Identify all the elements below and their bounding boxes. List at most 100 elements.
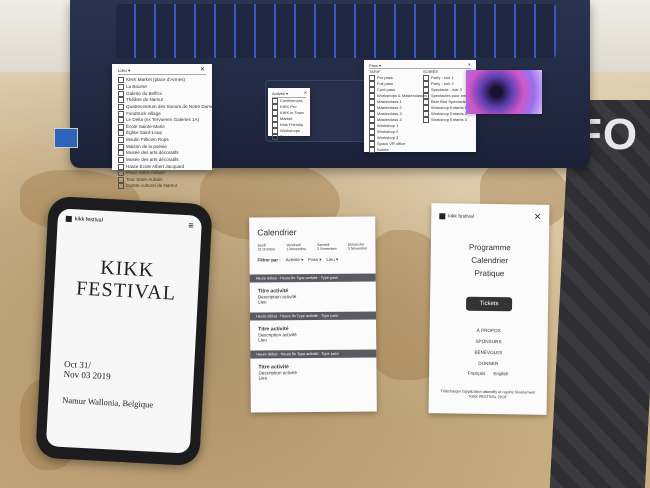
lieu-option[interactable]: Galerie du Beffroi xyxy=(118,90,206,98)
language-english[interactable]: English xyxy=(493,371,508,376)
close-icon[interactable]: ✕ xyxy=(468,62,471,67)
lieu-option-label: Quatrecentrum des Soeurs de Notre Dame xyxy=(126,104,214,110)
lieu-option[interactable]: Le Delta (ex Tervueren Galeries 1A) xyxy=(118,117,206,124)
checkbox-icon[interactable] xyxy=(118,143,124,150)
lieu-option[interactable]: Quatrecentrum des Soeurs de Notre Dame xyxy=(118,103,214,111)
calendar-day[interactable]: Jeudi 31 Octobre xyxy=(257,243,275,252)
lieu-option[interactable]: Place Saint-Aubain xyxy=(118,170,206,177)
lieu-option-label: Haute École Albert Jacquard xyxy=(126,163,185,169)
menu-link[interactable]: DONNER xyxy=(429,357,547,370)
checkbox-icon[interactable] xyxy=(118,176,124,183)
lieu-option-label: Maison de la poésie xyxy=(126,143,167,149)
checkbox-icon[interactable] xyxy=(118,123,124,130)
activite-option-label: Market xyxy=(280,115,293,121)
menu-nav-item[interactable]: Pratique xyxy=(430,266,548,281)
pass-tarif-option-label: Workshop 2 xyxy=(377,128,399,134)
calendar-day-date: 31 Octobre xyxy=(257,247,276,252)
calendar-day[interactable]: Dimanche 3 Novembre xyxy=(348,243,368,252)
pass-soiree-option-label: Workshop Enfants 3 xyxy=(431,116,467,122)
pass-soiree-option-label: Spectacle - soir 3 xyxy=(431,86,462,92)
lieu-option[interactable]: Musée des arts décoratifs xyxy=(118,156,206,164)
filter-lieu[interactable]: Lieu ▾ xyxy=(326,257,338,263)
checkbox-icon[interactable] xyxy=(118,130,124,137)
calendar-days: Jeudi 31 Octobre Vendredi 1 Novembre Samedi 2… xyxy=(249,240,375,254)
activite-option-label: KIKK in Town xyxy=(280,109,304,115)
lieu-option[interactable]: Tour Saint-Aubain xyxy=(118,176,206,184)
hamburger-menu-icon[interactable]: ≡ xyxy=(188,220,194,230)
activite-option[interactable]: Soirées xyxy=(272,133,306,140)
calendar-event[interactable]: Heure début - Heure fin Type activité · … xyxy=(249,273,376,312)
menu-card-nav: Programme Calendrier Pratique xyxy=(430,240,549,281)
checkbox-icon[interactable] xyxy=(118,163,124,170)
pass-soiree-option-label: Party - soir 2 xyxy=(431,80,454,86)
pass-menu-paper: Pass ▾ ✕ TARIF Pro pass Full pass Conf pas… xyxy=(364,60,489,153)
kikk-logo-icon xyxy=(65,215,72,223)
close-icon[interactable]: ✕ xyxy=(200,67,205,73)
checkbox-icon[interactable] xyxy=(423,116,429,123)
checkbox-icon[interactable] xyxy=(369,146,375,153)
event-place: Lieu xyxy=(257,299,267,305)
phone-brand: kikk festival xyxy=(74,216,104,224)
activite-list: Conférences KIKK Pro KIKK in Town Market Kid… xyxy=(272,97,306,140)
phone-location: Namur Wallonia, Belgique xyxy=(62,394,154,410)
close-icon[interactable]: ✕ xyxy=(534,212,542,223)
lieu-option-label: Galerie du Beffroi xyxy=(126,90,162,96)
lieu-option[interactable]: Théâtre de Namur xyxy=(118,97,206,104)
tickets-button[interactable]: Tickets xyxy=(465,296,513,312)
filter-activite[interactable]: Activité ▾ xyxy=(286,257,304,263)
activite-option-label: Workshops xyxy=(280,127,300,133)
lieu-option[interactable]: Maison de la poésie xyxy=(118,143,206,151)
lieu-option[interactable]: Musée des arts décoratifs xyxy=(118,150,206,157)
filter-pass[interactable]: Pass ▾ xyxy=(308,257,321,263)
event-place: Lieu xyxy=(258,375,268,381)
lieu-option[interactable]: KIKK Market (place d'Armes) xyxy=(118,77,206,84)
lieu-option[interactable]: Moulin Félicien Rops xyxy=(118,137,206,144)
pass-tarif-option[interactable]: Soirée xyxy=(369,146,419,153)
close-icon[interactable]: ✕ xyxy=(304,90,307,96)
phone-header: kikk festival ≡ xyxy=(57,208,202,236)
keyboard xyxy=(116,4,556,58)
photo-scene: FO Lieu ▾ ✕ KIKK Market (place d'Armes) L… xyxy=(0,0,650,488)
checkbox-icon[interactable] xyxy=(118,77,124,84)
pass-soiree-option-label: Workshop Enfants 2 xyxy=(431,110,467,116)
checkbox-icon[interactable] xyxy=(118,90,124,97)
calendar-events: Heure début - Heure fin Type activité · … xyxy=(249,273,377,388)
pass-tarif-option-label: Full pass xyxy=(377,80,394,86)
checkbox-icon[interactable] xyxy=(118,137,124,144)
activite-menu: Activité ▾ ✕ Conférences KIKK Pro KIKK in … xyxy=(272,90,307,140)
language-french[interactable]: Français xyxy=(468,371,486,376)
pass-soiree-option-label: Workshop Enfants 1 xyxy=(431,104,467,110)
checkbox-icon[interactable] xyxy=(118,150,124,157)
lieu-option[interactable]: Église Saint-Loup xyxy=(118,130,206,137)
lieu-option[interactable]: Haute École Albert Jacquard xyxy=(118,163,206,171)
calendar-event[interactable]: Heure début - Heure fin Type activité · … xyxy=(249,311,377,350)
lieu-option[interactable]: Centre culturel de Namur xyxy=(118,183,206,190)
checkbox-icon[interactable] xyxy=(272,133,278,140)
checkbox-icon[interactable] xyxy=(118,170,124,177)
checkbox-icon[interactable] xyxy=(118,103,124,110)
menu-card-brand: kikk festival xyxy=(448,212,474,220)
calendar-event[interactable]: Heure début - Heure fin Type activité · … xyxy=(250,349,377,388)
lieu-option-label: Théâtre de Namur xyxy=(126,97,164,103)
pass-menu: Pass ▾ ✕ TARIF Pro pass Full pass Conf pas… xyxy=(369,62,490,153)
lieu-option[interactable]: Foodtruck village xyxy=(118,110,206,118)
checkbox-icon[interactable] xyxy=(118,156,124,163)
checkbox-icon[interactable] xyxy=(118,97,124,104)
lieu-option[interactable]: La Bourse xyxy=(118,84,206,91)
activite-option-label: KIKK Pro xyxy=(280,103,297,109)
activite-option-label: Kids Friendly xyxy=(280,121,304,127)
pass-tarif-option-label: Masterclass 3 xyxy=(377,110,402,116)
calendar-day[interactable]: Vendredi 1 Novembre xyxy=(286,243,306,252)
lieu-option[interactable]: École Sainte-Marie xyxy=(118,123,206,131)
pass-soiree-option[interactable]: Workshop Enfants 3 xyxy=(423,116,473,123)
event-body: Titre activité Description activité Lieu xyxy=(250,357,376,388)
lieu-option-label: Foodtruck village xyxy=(126,110,161,116)
checkbox-icon[interactable] xyxy=(118,183,124,190)
filter-label: Filtrer par : xyxy=(257,257,281,263)
checkbox-icon[interactable] xyxy=(118,84,124,91)
lieu-option-label: Tour Saint-Aubain xyxy=(126,177,163,182)
checkbox-icon[interactable] xyxy=(118,117,124,124)
calendar-day[interactable]: Samedi 2 Novembre xyxy=(317,243,337,252)
checkbox-icon[interactable] xyxy=(118,110,124,117)
phone-mockup: kikk festival ≡ KIKK FESTIVAL Oct 31/ No… xyxy=(35,195,213,467)
